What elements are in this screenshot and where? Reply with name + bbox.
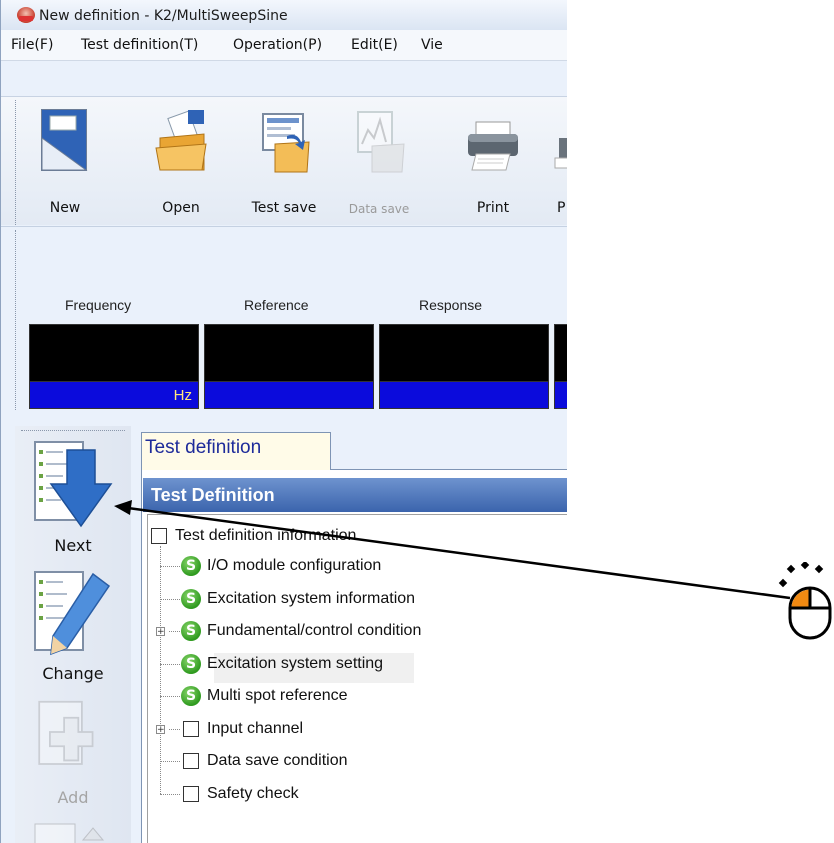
- tree-root-label: Test definition information: [175, 527, 357, 544]
- tree-item-input-channel[interactable]: Input channel: [181, 714, 381, 744]
- print-preview-icon: [554, 138, 567, 169]
- frequency-unit: Hz: [29, 381, 199, 409]
- toolbar-grip[interactable]: [15, 100, 17, 225]
- next-arrow-icon: [34, 441, 113, 528]
- response-label: Response: [419, 297, 483, 313]
- reference-display: [204, 324, 374, 383]
- tree-item-label: Fundamental/control condition: [207, 622, 422, 639]
- tree-item-label: Excitation system setting: [207, 655, 384, 672]
- extra-display: [554, 324, 567, 383]
- tree-connector: [169, 631, 180, 632]
- tree-item-label: Multi spot reference: [207, 687, 348, 704]
- checkbox[interactable]: [183, 753, 199, 769]
- change-button[interactable]: Change: [21, 570, 125, 690]
- add-plus-icon: [38, 700, 94, 765]
- tree-item-safety-check[interactable]: Safety check: [181, 779, 381, 809]
- tree-item-label: Data save condition: [207, 752, 348, 769]
- response-display: [379, 324, 549, 383]
- mouse-click-icon: [778, 562, 832, 640]
- open-label: Open: [162, 200, 200, 216]
- change-label: Change: [42, 664, 104, 683]
- menu-bar: File(F) Test definition(T) Operation(P) …: [1, 30, 567, 61]
- next-label: Next: [54, 536, 92, 555]
- data-save-button[interactable]: Data save: [325, 100, 433, 224]
- checkbox[interactable]: [183, 786, 199, 802]
- menu-edit[interactable]: Edit(E): [351, 30, 398, 60]
- checkbox[interactable]: [151, 528, 167, 544]
- response-unit: [379, 381, 549, 409]
- multisweep-app-icon: [17, 7, 35, 23]
- test-save-icon: [262, 113, 310, 173]
- tree-root-item[interactable]: Test definition information: [151, 521, 481, 551]
- tree-connector: [160, 546, 161, 794]
- tree-connector: [160, 761, 180, 762]
- extra-unit: [554, 381, 567, 409]
- panel-title: Test Definition: [151, 485, 275, 505]
- open-button[interactable]: Open: [137, 100, 225, 224]
- menu-operation[interactable]: Operation(P): [233, 30, 322, 60]
- status-set-icon: S: [181, 686, 201, 706]
- tree-item-label: I/O module configuration: [207, 557, 382, 574]
- print-preview-button[interactable]: P: [549, 100, 567, 224]
- next-button[interactable]: Next: [21, 440, 125, 566]
- tree-item-io-module[interactable]: S I/O module configuration: [181, 551, 481, 581]
- tree-connector: [169, 729, 180, 730]
- menu-file[interactable]: File(F): [11, 30, 53, 60]
- frequency-label: Frequency: [65, 297, 132, 313]
- sidebar-grip[interactable]: [21, 430, 125, 433]
- tree-item-multi-spot-reference[interactable]: S Multi spot reference: [181, 681, 431, 711]
- window-title: New definition - K2/MultiSweepSine: [39, 8, 288, 24]
- data-save-label: Data save: [348, 202, 410, 216]
- print-preview-label: P: [557, 200, 566, 216]
- frequency-display: [29, 324, 199, 383]
- new-button[interactable]: New: [21, 100, 109, 224]
- tree-item-fundamental-control[interactable]: S Fundamental/control condition: [181, 616, 511, 646]
- tree-connector: [160, 566, 180, 567]
- tree-connector: [160, 664, 180, 665]
- data-save-icon: [357, 111, 405, 173]
- title-bar[interactable]: New definition - K2/MultiSweepSine: [1, 0, 567, 30]
- open-folder-icon: [155, 110, 207, 171]
- status-set-icon: S: [181, 654, 201, 674]
- expand-plus-icon[interactable]: +: [156, 725, 165, 735]
- expand-plus-icon[interactable]: +: [156, 627, 165, 637]
- reference-unit: [204, 381, 374, 409]
- print-button[interactable]: Print: [449, 100, 537, 224]
- tree-item-excitation-info[interactable]: S Excitation system information: [181, 584, 501, 614]
- tree-item-label: Input channel: [207, 720, 304, 737]
- tree-item-data-save-condition[interactable]: Data save condition: [181, 746, 421, 776]
- test-save-label: Test save: [251, 200, 317, 216]
- tree-connector: [160, 599, 180, 600]
- more-sidebar-icon: [34, 823, 105, 843]
- add-label: Add: [57, 788, 89, 807]
- monitor-grip[interactable]: [15, 230, 17, 410]
- status-set-icon: S: [181, 589, 201, 609]
- status-set-icon: S: [181, 621, 201, 641]
- new-label: New: [49, 200, 81, 216]
- test-save-button[interactable]: Test save: [239, 100, 329, 224]
- print-label: Print: [476, 200, 510, 216]
- application-window: New definition - K2/MultiSweepSine File(…: [0, 0, 567, 843]
- menu-view[interactable]: Vie: [421, 30, 443, 60]
- tree-item-label: Safety check: [207, 785, 299, 802]
- tree-item-excitation-setting[interactable]: S Excitation system setting: [181, 649, 481, 679]
- menu-test-definition[interactable]: Test definition(T): [81, 30, 198, 60]
- add-button[interactable]: Add: [21, 700, 125, 812]
- checkbox[interactable]: [183, 721, 199, 737]
- status-set-icon: S: [181, 556, 201, 576]
- tab-test-definition-label: Test definition: [145, 437, 262, 458]
- reference-label: Reference: [244, 297, 309, 313]
- change-pencil-icon: [34, 571, 111, 656]
- printer-icon: [468, 121, 518, 171]
- new-document-icon: [41, 109, 88, 171]
- tree-item-label: Excitation system information: [207, 590, 416, 607]
- tree-connector: [160, 794, 180, 795]
- tree-connector: [160, 696, 180, 697]
